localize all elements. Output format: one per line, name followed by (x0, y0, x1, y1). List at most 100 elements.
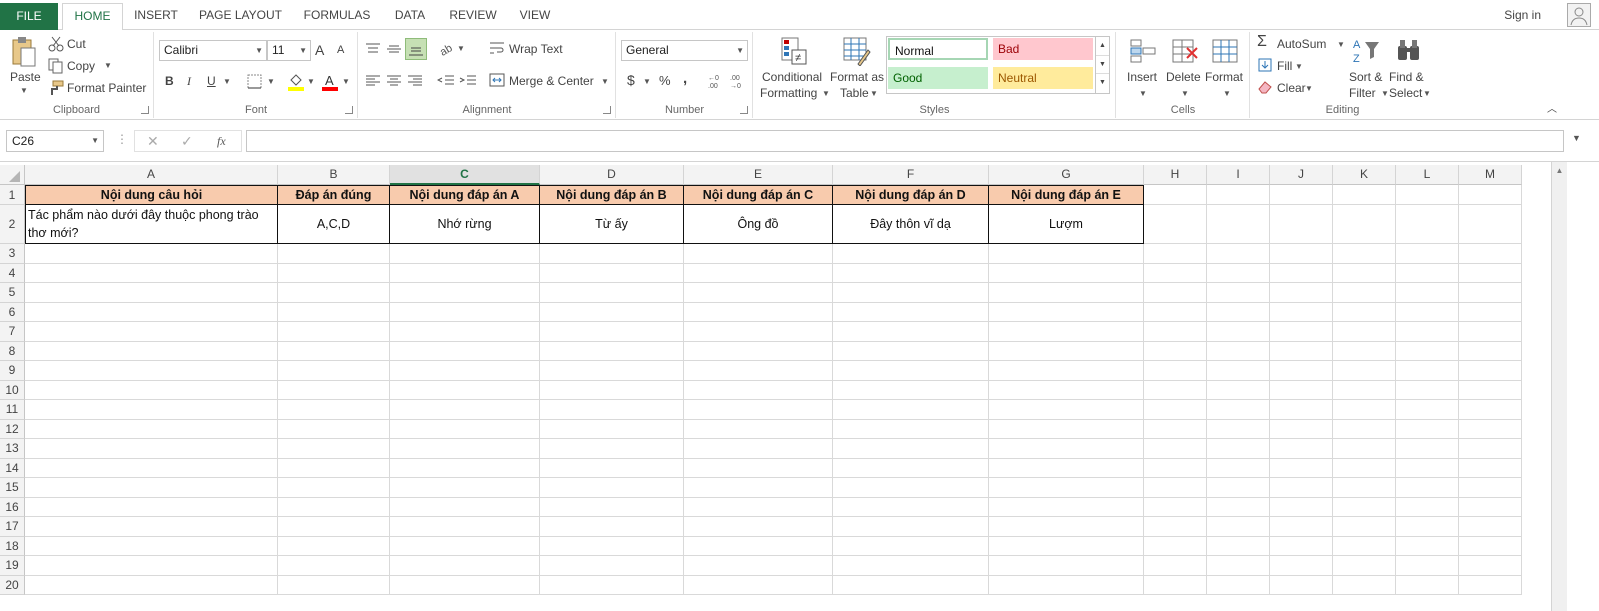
cell-h20[interactable] (1144, 575, 1207, 595)
cell-k11[interactable] (1333, 400, 1396, 420)
cell-a2[interactable]: Tác phẩm nào dưới đây thuộc phong trào t… (25, 205, 278, 244)
cell-d19[interactable] (540, 556, 684, 576)
align-right-icon[interactable] (407, 74, 423, 88)
cell-e20[interactable] (684, 575, 833, 595)
cell-c6[interactable] (390, 302, 540, 322)
cell-e14[interactable] (684, 458, 833, 478)
cell-c12[interactable] (390, 419, 540, 439)
cell-a6[interactable] (25, 302, 278, 322)
cell-k16[interactable] (1333, 497, 1396, 517)
cell-j4[interactable] (1270, 263, 1333, 283)
cell-j15[interactable] (1270, 478, 1333, 498)
paste-button[interactable]: Paste ▼ (4, 34, 44, 100)
cell-h2[interactable] (1144, 205, 1207, 244)
cell-f3[interactable] (833, 244, 989, 264)
cell-a19[interactable] (25, 556, 278, 576)
cell-a3[interactable] (25, 244, 278, 264)
cell-f9[interactable] (833, 361, 989, 381)
cell-g3[interactable] (989, 244, 1144, 264)
cell-e5[interactable] (684, 283, 833, 303)
cell-g13[interactable] (989, 439, 1144, 459)
cell-l18[interactable] (1396, 536, 1459, 556)
cell-a5[interactable] (25, 283, 278, 303)
cell-g9[interactable] (989, 361, 1144, 381)
cell-b9[interactable] (278, 361, 390, 381)
cell-j7[interactable] (1270, 322, 1333, 342)
font-size-combo[interactable]: 11 ▼ (267, 40, 311, 61)
cell-l8[interactable] (1396, 341, 1459, 361)
formula-input[interactable] (246, 130, 1564, 152)
style-good[interactable]: Good (888, 67, 988, 89)
cell-f1[interactable]: Nội dung đáp án D (833, 185, 989, 205)
cell-l9[interactable] (1396, 361, 1459, 381)
cell-d2[interactable]: Từ ấy (540, 205, 684, 244)
cell-k13[interactable] (1333, 439, 1396, 459)
cell-i19[interactable] (1207, 556, 1270, 576)
align-left-icon[interactable] (365, 74, 381, 88)
tab-file[interactable]: FILE (0, 3, 58, 30)
cell-b4[interactable] (278, 263, 390, 283)
clear-button[interactable]: Clear ▼ (1257, 78, 1323, 98)
cell-c8[interactable] (390, 341, 540, 361)
cell-b17[interactable] (278, 517, 390, 537)
cell-c7[interactable] (390, 322, 540, 342)
cell-j1[interactable] (1270, 185, 1333, 205)
cell-e9[interactable] (684, 361, 833, 381)
cell-f16[interactable] (833, 497, 989, 517)
cell-d1[interactable]: Nội dung đáp án B (540, 185, 684, 205)
cell-k4[interactable] (1333, 263, 1396, 283)
cell-c2[interactable]: Nhớ rừng (390, 205, 540, 244)
cell-e11[interactable] (684, 400, 833, 420)
cell-l20[interactable] (1396, 575, 1459, 595)
cell-h3[interactable] (1144, 244, 1207, 264)
cell-m15[interactable] (1459, 478, 1522, 498)
cell-i4[interactable] (1207, 263, 1270, 283)
cell-k20[interactable] (1333, 575, 1396, 595)
cell-c19[interactable] (390, 556, 540, 576)
font-color-dropdown-icon[interactable]: ▼ (342, 77, 350, 86)
cell-j14[interactable] (1270, 458, 1333, 478)
cell-c4[interactable] (390, 263, 540, 283)
column-header-j[interactable]: J (1270, 165, 1333, 185)
cell-c14[interactable] (390, 458, 540, 478)
cell-e4[interactable] (684, 263, 833, 283)
cell-a10[interactable] (25, 380, 278, 400)
sign-in-link[interactable]: Sign in (1504, 8, 1541, 22)
fill-button[interactable]: Fill ▼ (1257, 56, 1317, 76)
cell-l2[interactable] (1396, 205, 1459, 244)
cell-l6[interactable] (1396, 302, 1459, 322)
increase-indent-icon[interactable] (459, 74, 477, 88)
conditional-formatting-button[interactable]: ≠ Conditional Formatting ▼ (758, 34, 830, 102)
cell-e7[interactable] (684, 322, 833, 342)
cell-k17[interactable] (1333, 517, 1396, 537)
scroll-up-icon[interactable]: ▲ (1552, 162, 1567, 175)
cell-g5[interactable] (989, 283, 1144, 303)
cell-k19[interactable] (1333, 556, 1396, 576)
row-header-10[interactable]: 10 (0, 380, 25, 400)
row-header-16[interactable]: 16 (0, 497, 25, 517)
cell-i11[interactable] (1207, 400, 1270, 420)
cell-c11[interactable] (390, 400, 540, 420)
cell-b5[interactable] (278, 283, 390, 303)
cell-h10[interactable] (1144, 380, 1207, 400)
cell-j16[interactable] (1270, 497, 1333, 517)
cell-f4[interactable] (833, 263, 989, 283)
align-bottom-button[interactable] (405, 38, 427, 60)
cell-j8[interactable] (1270, 341, 1333, 361)
cut-button[interactable]: Cut (48, 36, 108, 54)
number-format-combo[interactable]: General ▼ (621, 40, 748, 61)
cell-d7[interactable] (540, 322, 684, 342)
cell-g20[interactable] (989, 575, 1144, 595)
cell-e17[interactable] (684, 517, 833, 537)
avatar[interactable] (1567, 3, 1591, 27)
row-header-9[interactable]: 9 (0, 361, 25, 381)
cell-e18[interactable] (684, 536, 833, 556)
cell-f18[interactable] (833, 536, 989, 556)
cell-b2[interactable]: A,C,D (278, 205, 390, 244)
row-header-14[interactable]: 14 (0, 458, 25, 478)
tab-view[interactable]: VIEW (511, 3, 559, 30)
cell-h15[interactable] (1144, 478, 1207, 498)
cell-f14[interactable] (833, 458, 989, 478)
expand-formula-bar-icon[interactable]: ▼ (1572, 133, 1581, 143)
cell-g16[interactable] (989, 497, 1144, 517)
